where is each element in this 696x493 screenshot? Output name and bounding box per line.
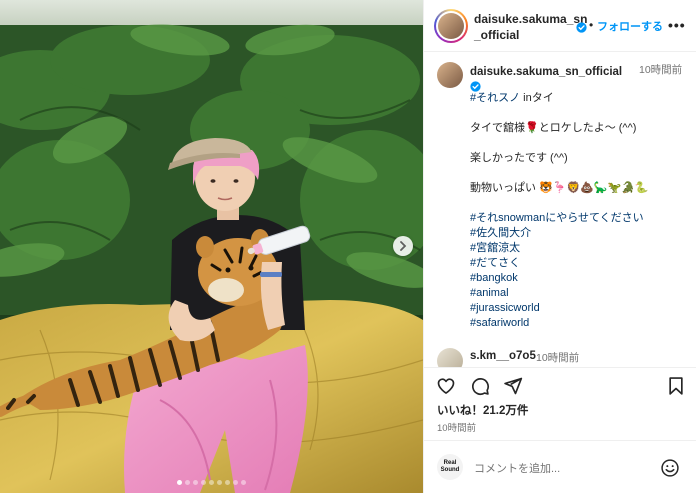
- caption-line: #それスノ inタイ: [470, 91, 692, 106]
- carousel-dot: [201, 480, 206, 485]
- carousel-dot: [209, 480, 214, 485]
- like-count[interactable]: いいね！21.2万件: [437, 402, 528, 418]
- carousel-dot: [241, 480, 246, 485]
- more-options-icon[interactable]: •••: [668, 17, 686, 33]
- add-comment-bar: Real Sound コメントを追加...: [424, 440, 696, 493]
- caption-section: daisuke.sakuma_sn_official 10時間前 #それスノ i…: [424, 52, 696, 367]
- carousel-dot: [225, 480, 230, 485]
- hashtag-link[interactable]: #だてさく: [470, 256, 692, 271]
- carousel-next-button[interactable]: [393, 236, 413, 256]
- comment-icon[interactable]: [470, 376, 490, 396]
- hashtag-link[interactable]: #佐久間大介: [470, 226, 692, 241]
- hashtag-link[interactable]: #それsnowmanにやらせてください: [470, 211, 692, 226]
- carousel-dot: [217, 480, 222, 485]
- comment-author[interactable]: s.km__o7o5: [470, 350, 536, 362]
- hashtag-link[interactable]: #それスノ: [470, 92, 520, 104]
- avatar: [438, 13, 464, 39]
- photo-illustration: [0, 0, 423, 493]
- bookmark-icon[interactable]: [666, 376, 686, 396]
- caption-line: 動物いっぱい 🐯🦩🦁💩🦕🦖🐊🐍: [470, 182, 649, 194]
- hashtag-link[interactable]: #safariworld: [470, 316, 692, 331]
- emoji-icon[interactable]: [660, 458, 680, 478]
- hashtag-link[interactable]: #bangkok: [470, 271, 692, 286]
- heart-icon[interactable]: [436, 376, 456, 396]
- post-author-username-text[interactable]: daisuke.sakuma_sn_official: [474, 12, 587, 42]
- hashtag-link[interactable]: #宮舘涼太: [470, 241, 692, 256]
- carousel-dot: [177, 480, 182, 485]
- carousel-indicator: [0, 480, 423, 485]
- realsound-logo: Real Sound: [437, 454, 463, 480]
- comment-timestamp: 10時間前: [536, 352, 580, 364]
- caption-line-suffix: inタイ: [520, 92, 554, 104]
- post-detail-panel: daisuke.sakuma_sn_official • フォローする ••• …: [423, 0, 696, 493]
- post-photo: [0, 0, 423, 493]
- caption-author-text[interactable]: daisuke.sakuma_sn_official: [470, 66, 622, 78]
- logo-line: Real: [443, 460, 457, 466]
- share-icon[interactable]: [503, 376, 523, 396]
- hashtag-link[interactable]: #animal: [470, 286, 692, 301]
- chevron-right-icon: [400, 241, 407, 251]
- comment-input[interactable]: コメントを追加...: [474, 460, 624, 476]
- post-timestamp: 10時間前: [437, 423, 477, 434]
- caption-avatar[interactable]: [437, 62, 463, 88]
- carousel-dot: [193, 480, 198, 485]
- caption-text: #それスノ inタイ タイで舘様🌹とロケしたよ〜 (^^) 楽しかったです (^…: [470, 91, 692, 331]
- separator-dot: •: [589, 18, 594, 32]
- hashtag-link[interactable]: #jurassicworld: [470, 301, 692, 316]
- caption-timestamp: 10時間前: [639, 64, 683, 76]
- caption-line: タイで舘様🌹とロケしたよ〜 (^^): [470, 122, 637, 134]
- carousel-dot: [185, 480, 190, 485]
- carousel-dot: [233, 480, 238, 485]
- comment-item: s.km__o7o5 10時間前: [424, 345, 696, 374]
- story-avatar[interactable]: [434, 9, 468, 43]
- caption-line: 楽しかったです (^^): [470, 152, 568, 164]
- post-header: daisuke.sakuma_sn_official • フォローする •••: [424, 0, 696, 52]
- logo-line: Sound: [440, 467, 460, 473]
- verified-badge-icon: [576, 22, 587, 33]
- follow-button[interactable]: フォローする: [597, 18, 663, 34]
